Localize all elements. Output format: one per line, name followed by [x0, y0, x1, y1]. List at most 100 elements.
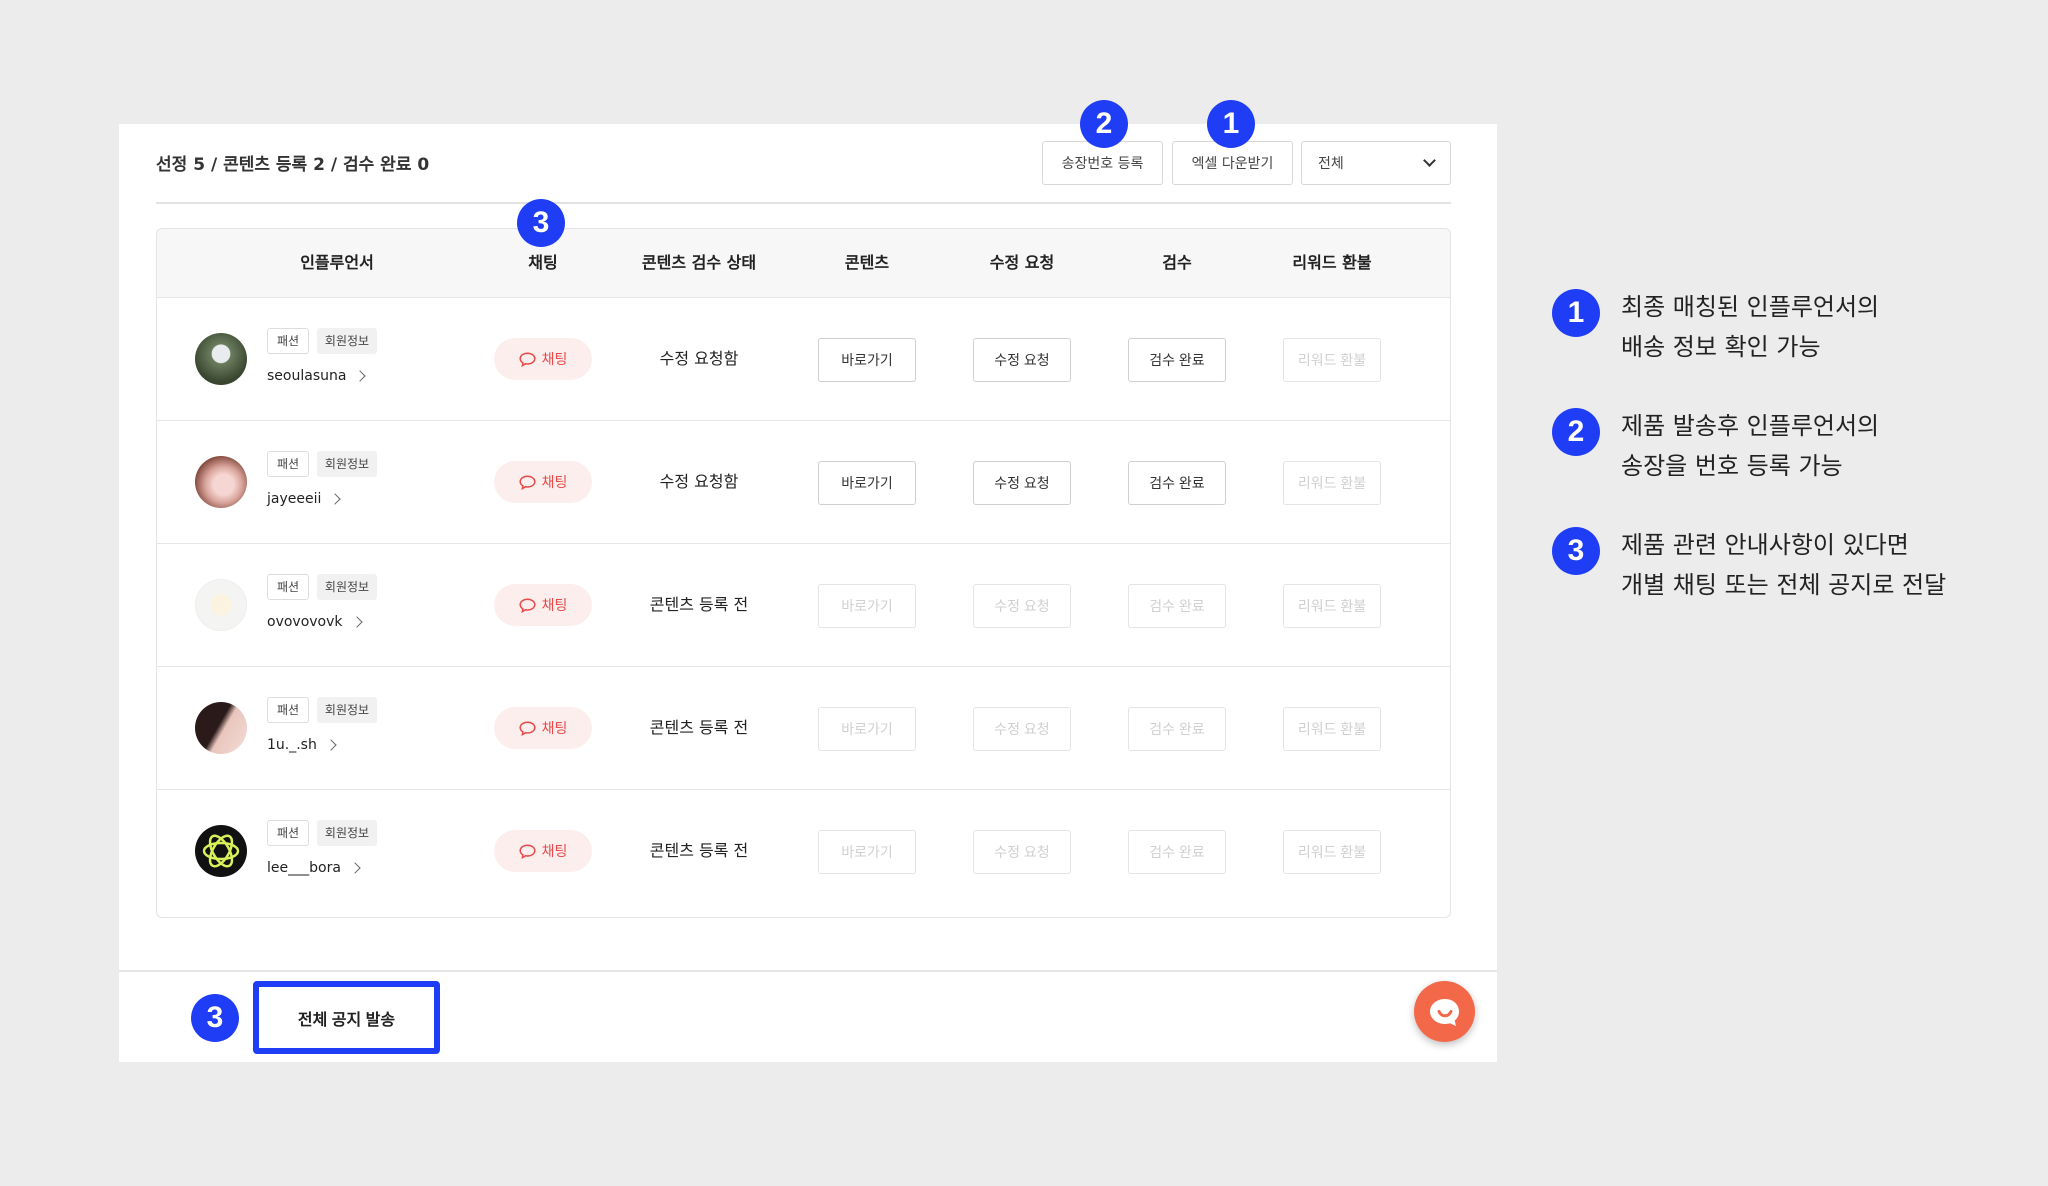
review-complete-button[interactable]: 검수 완료 — [1128, 830, 1226, 874]
avatar[interactable] — [195, 456, 247, 508]
username: lee___bora — [267, 860, 341, 876]
go-to-content-button[interactable]: 바로가기 — [818, 584, 916, 628]
legend-line: 개별 채팅 또는 전체 공지로 전달 — [1621, 571, 1947, 599]
table-row: 패션 회원정보 lee___bora 채팅 콘텐츠 등록 전 바로가기 수정 요… — [157, 789, 1450, 912]
annotation-badge-2: 2 — [1080, 100, 1128, 148]
revision-request-button[interactable]: 수정 요청 — [973, 584, 1071, 628]
column-header-refund: 리워드 환불 — [1292, 253, 1372, 272]
chat-button[interactable]: 채팅 — [494, 707, 592, 749]
legend-text-1: 최종 매칭된 인플루언서의 배송 정보 확인 가능 — [1621, 287, 1961, 367]
chat-button[interactable]: 채팅 — [494, 584, 592, 626]
category-tag: 패션 — [267, 451, 309, 477]
username-link[interactable]: ovovovovk — [267, 614, 363, 630]
review-complete-button[interactable]: 검수 완료 — [1128, 461, 1226, 505]
review-status: 콘텐츠 등록 전 — [649, 595, 749, 614]
review-complete-button[interactable]: 검수 완료 — [1128, 338, 1226, 382]
review-complete-button[interactable]: 검수 완료 — [1128, 584, 1226, 628]
reward-refund-button[interactable]: 리워드 환불 — [1283, 830, 1381, 874]
category-tag: 패션 — [267, 574, 309, 600]
member-info-tag[interactable]: 회원정보 — [317, 451, 377, 477]
legend-line: 송장을 번호 등록 가능 — [1621, 452, 1843, 480]
username-link[interactable]: jayeeeii — [267, 491, 342, 507]
go-to-content-button[interactable]: 바로가기 — [818, 707, 916, 751]
go-to-content-button[interactable]: 바로가기 — [818, 830, 916, 874]
review-status: 수정 요청함 — [659, 349, 739, 368]
revision-request-button[interactable]: 수정 요청 — [973, 461, 1071, 505]
reward-refund-button[interactable]: 리워드 환불 — [1283, 461, 1381, 505]
review-status: 수정 요청함 — [659, 472, 739, 491]
influencer-management-panel: 선정 5 / 콘텐츠 등록 2 / 검수 완료 0 송장번호 등록 엑셀 다운받… — [119, 124, 1497, 1062]
chat-bubble-icon — [1429, 998, 1459, 1026]
avatar[interactable] — [195, 825, 247, 877]
username: ovovovovk — [267, 614, 343, 630]
table-row: 패션 회원정보 1u._.sh 채팅 콘텐츠 등록 전 바로가기 수정 요청 검… — [157, 666, 1450, 789]
legend-text-2: 제품 발송후 인플루언서의 송장을 번호 등록 가능 — [1621, 406, 1961, 486]
divider — [156, 202, 1451, 204]
legend-badge-1: 1 — [1552, 289, 1600, 337]
speech-bubble-icon — [519, 843, 536, 859]
revision-request-button[interactable]: 수정 요청 — [973, 338, 1071, 382]
chevron-right-icon — [349, 862, 361, 874]
reward-refund-button[interactable]: 리워드 환불 — [1283, 338, 1381, 382]
chat-label: 채팅 — [541, 475, 568, 491]
legend-badge-2: 2 — [1552, 408, 1600, 456]
annotation-badge-3-chat: 3 — [517, 199, 565, 247]
filter-select[interactable]: 전체 — [1301, 141, 1451, 185]
chat-label: 채팅 — [541, 721, 568, 737]
username: seoulasuna — [267, 368, 347, 384]
legend-line: 배송 정보 확인 가능 — [1621, 333, 1821, 361]
username-link[interactable]: lee___bora — [267, 860, 361, 876]
speech-bubble-icon — [519, 597, 536, 613]
chat-button[interactable]: 채팅 — [494, 338, 592, 380]
member-info-tag[interactable]: 회원정보 — [317, 574, 377, 600]
avatar[interactable] — [195, 333, 247, 385]
member-info-tag[interactable]: 회원정보 — [317, 820, 377, 846]
selection-summary: 선정 5 / 콘텐츠 등록 2 / 검수 완료 0 — [156, 155, 430, 175]
category-tag: 패션 — [267, 820, 309, 846]
chevron-right-icon — [325, 739, 337, 751]
send-global-notice-button[interactable]: 전체 공지 발송 — [253, 981, 440, 1054]
chat-button[interactable]: 채팅 — [494, 461, 592, 503]
member-info-tag[interactable]: 회원정보 — [317, 328, 377, 354]
reward-refund-button[interactable]: 리워드 환불 — [1283, 707, 1381, 751]
username: 1u._.sh — [267, 737, 317, 753]
speech-bubble-icon — [519, 351, 536, 367]
legend-line: 제품 발송후 인플루언서의 — [1621, 412, 1880, 440]
avatar[interactable] — [195, 702, 247, 754]
footer-bar: 전체 공지 발송 — [119, 970, 1497, 1062]
review-status: 콘텐츠 등록 전 — [649, 841, 749, 860]
chevron-down-icon — [1423, 154, 1436, 167]
username: jayeeeii — [267, 491, 322, 507]
go-to-content-button[interactable]: 바로가기 — [818, 461, 916, 505]
influencer-table: 인플루언서 채팅 콘텐츠 검수 상태 콘텐츠 수정 요청 검수 리워드 환불 패… — [156, 228, 1451, 918]
revision-request-button[interactable]: 수정 요청 — [973, 707, 1071, 751]
annotation-badge-3-notice: 3 — [191, 994, 239, 1042]
speech-bubble-icon — [519, 474, 536, 490]
go-to-content-button[interactable]: 바로가기 — [818, 338, 916, 382]
reward-refund-button[interactable]: 리워드 환불 — [1283, 584, 1381, 628]
table-row: 패션 회원정보 jayeeeii 채팅 수정 요청함 바로가기 수정 요청 검수… — [157, 420, 1450, 543]
avatar[interactable] — [195, 579, 247, 631]
username-link[interactable]: 1u._.sh — [267, 737, 337, 753]
legend-badge-3: 3 — [1552, 527, 1600, 575]
column-header-revision: 수정 요청 — [989, 253, 1055, 272]
chevron-right-icon — [350, 616, 363, 628]
username-link[interactable]: seoulasuna — [267, 368, 367, 384]
chat-label: 채팅 — [541, 844, 568, 860]
chat-label: 채팅 — [541, 598, 568, 614]
chevron-right-icon — [354, 370, 367, 382]
chat-label: 채팅 — [541, 352, 568, 368]
chevron-right-icon — [329, 493, 342, 505]
category-tag: 패션 — [267, 328, 309, 354]
table-header: 인플루언서 채팅 콘텐츠 검수 상태 콘텐츠 수정 요청 검수 리워드 환불 — [157, 229, 1450, 297]
chat-support-button[interactable] — [1414, 981, 1475, 1042]
legend-text-3: 제품 관련 안내사항이 있다면 개별 채팅 또는 전체 공지로 전달 — [1621, 525, 1961, 605]
column-header-review: 검수 — [1162, 253, 1192, 272]
review-status: 콘텐츠 등록 전 — [649, 718, 749, 737]
member-info-tag[interactable]: 회원정보 — [317, 697, 377, 723]
table-row: 패션 회원정보 ovovovovk 채팅 콘텐츠 등록 전 바로가기 수정 요청… — [157, 543, 1450, 666]
chat-button[interactable]: 채팅 — [494, 830, 592, 872]
revision-request-button[interactable]: 수정 요청 — [973, 830, 1071, 874]
table-row: 패션 회원정보 seoulasuna 채팅 수정 요청함 바로가기 수정 요청 … — [157, 297, 1450, 420]
review-complete-button[interactable]: 검수 완료 — [1128, 707, 1226, 751]
